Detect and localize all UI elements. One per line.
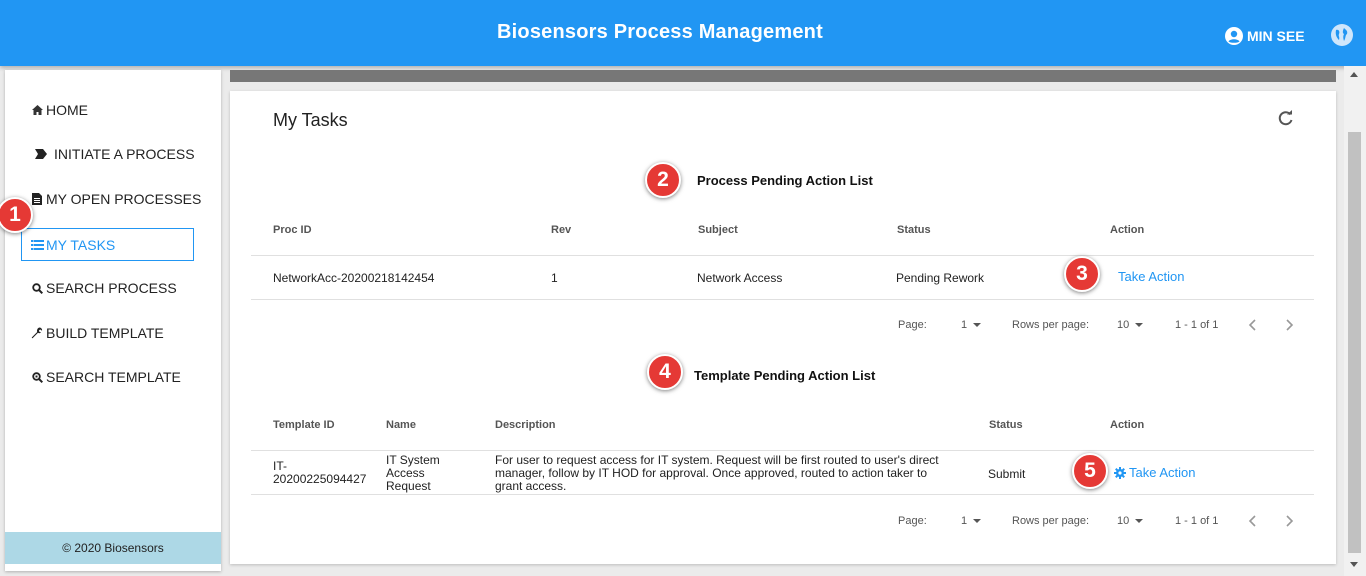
sidebar-item-label: MY TASKS — [46, 236, 116, 253]
main-top-strip — [230, 70, 1336, 82]
home-icon — [30, 105, 44, 115]
previous-page-icon[interactable] — [1248, 515, 1258, 527]
top-app-bar: Biosensors Process Management MIN SEE — [0, 0, 1366, 66]
column-header-template-id: Template ID — [273, 419, 335, 431]
column-header-description: Description — [495, 419, 556, 431]
sidebar-item-label: INITIATE A PROCESS — [54, 146, 195, 162]
sidebar-item-my-open-processes[interactable]: MY OPEN PROCESSES — [30, 190, 201, 208]
cell-status: Pending Rework — [896, 271, 985, 285]
next-page-icon[interactable] — [1284, 319, 1294, 331]
cell-status: Submit — [988, 467, 1026, 481]
sidebar-item-initiate-process[interactable]: INITIATE A PROCESS — [30, 145, 195, 163]
divider — [251, 450, 1314, 451]
rows-per-page-select[interactable]: 10 — [1117, 515, 1144, 527]
process-list-title: Process Pending Action List — [697, 173, 873, 188]
cell-proc-id: NetworkAcc-20200218142454 — [273, 271, 435, 285]
column-header-subject: Subject — [698, 224, 738, 236]
sidebar-item-search-template[interactable]: SEARCH TEMPLATE — [30, 368, 181, 386]
callout-badge-2: 2 — [645, 162, 681, 198]
take-action-link[interactable]: Take Action — [1114, 465, 1196, 480]
wrench-icon — [30, 327, 44, 339]
pagination-range: 1 - 1 of 1 — [1175, 515, 1219, 527]
rows-per-page-select[interactable]: 10 — [1117, 319, 1144, 331]
page-value: 1 — [961, 515, 968, 527]
callout-badge-4: 4 — [647, 354, 683, 390]
scrollbar-thumb[interactable] — [1348, 132, 1361, 553]
arrow-tag-icon — [34, 149, 48, 159]
sidebar-item-home[interactable]: HOME — [30, 101, 88, 119]
cell-description-line: grant access. — [495, 479, 567, 493]
sidebar-item-label: HOME — [46, 102, 88, 118]
column-header-action: Action — [1110, 224, 1145, 236]
globe-icon[interactable] — [1331, 24, 1353, 46]
column-header-status: Status — [989, 419, 1023, 431]
sidebar-footer: © 2020 Biosensors — [5, 532, 221, 564]
cell-name-line: Request — [386, 479, 431, 493]
cell-rev: 1 — [551, 271, 558, 285]
scroll-up-arrow-icon[interactable] — [1350, 72, 1358, 77]
page-title: My Tasks — [273, 110, 348, 130]
callout-badge-3: 3 — [1064, 256, 1100, 292]
pagination-range: 1 - 1 of 1 — [1175, 319, 1219, 331]
cell-name: IT System Access Request — [386, 454, 440, 493]
sidebar-item-my-tasks[interactable]: MY TASKS — [21, 228, 194, 261]
next-page-icon[interactable] — [1284, 515, 1294, 527]
user-name: MIN SEE — [1247, 28, 1305, 44]
column-header-status: Status — [897, 224, 931, 236]
divider — [251, 494, 1314, 495]
rows-per-page-label: Rows per page: — [1012, 319, 1090, 331]
chevron-down-icon — [973, 323, 982, 328]
cell-template-id-line: 20200225094427 — [273, 472, 367, 486]
user-menu[interactable]: MIN SEE — [1225, 27, 1305, 45]
cell-subject: Network Access — [697, 271, 783, 285]
search-zoom-icon — [30, 371, 44, 383]
template-list-title: Template Pending Action List — [694, 368, 876, 383]
gear-icon — [1114, 466, 1126, 479]
column-header-name: Name — [386, 419, 416, 431]
app-title: Biosensors Process Management — [497, 21, 823, 43]
take-action-label: Take Action — [1129, 465, 1196, 480]
account-circle-icon — [1225, 27, 1243, 45]
page-select[interactable]: 1 — [961, 515, 982, 527]
sidebar-item-label: SEARCH PROCESS — [46, 280, 177, 296]
cell-template-id: IT- 20200225094427 — [273, 460, 366, 486]
column-header-proc-id: Proc ID — [273, 224, 312, 236]
take-action-link[interactable]: Take Action — [1118, 269, 1185, 284]
sidebar-item-search-process[interactable]: SEARCH PROCESS — [30, 279, 177, 297]
column-header-action: Action — [1110, 419, 1145, 431]
sidebar-item-label: SEARCH TEMPLATE — [46, 369, 181, 385]
divider — [251, 255, 1314, 256]
column-header-rev: Rev — [551, 224, 572, 236]
page-value: 1 — [961, 319, 968, 331]
rows-value: 10 — [1117, 319, 1130, 331]
rows-per-page-label: Rows per page: — [1012, 515, 1090, 527]
rows-value: 10 — [1117, 515, 1130, 527]
sidebar-item-build-template[interactable]: BUILD TEMPLATE — [30, 324, 164, 342]
document-icon — [30, 193, 44, 205]
chevron-down-icon — [973, 519, 982, 524]
chevron-down-icon — [1135, 323, 1144, 328]
page-label: Page: — [898, 515, 927, 527]
previous-page-icon[interactable] — [1248, 319, 1258, 331]
list-icon — [30, 239, 44, 250]
chevron-down-icon — [1135, 519, 1144, 524]
scroll-down-arrow-icon[interactable] — [1350, 562, 1358, 567]
callout-badge-5: 5 — [1072, 453, 1108, 489]
divider — [251, 299, 1314, 300]
sidebar-item-label: MY OPEN PROCESSES — [46, 191, 202, 207]
cell-description: For user to request access for IT system… — [495, 454, 939, 493]
search-icon — [30, 282, 44, 294]
refresh-icon[interactable] — [1277, 110, 1294, 127]
page-select[interactable]: 1 — [961, 319, 982, 331]
page-label: Page: — [898, 319, 927, 331]
sidebar-item-label: BUILD TEMPLATE — [46, 325, 164, 341]
